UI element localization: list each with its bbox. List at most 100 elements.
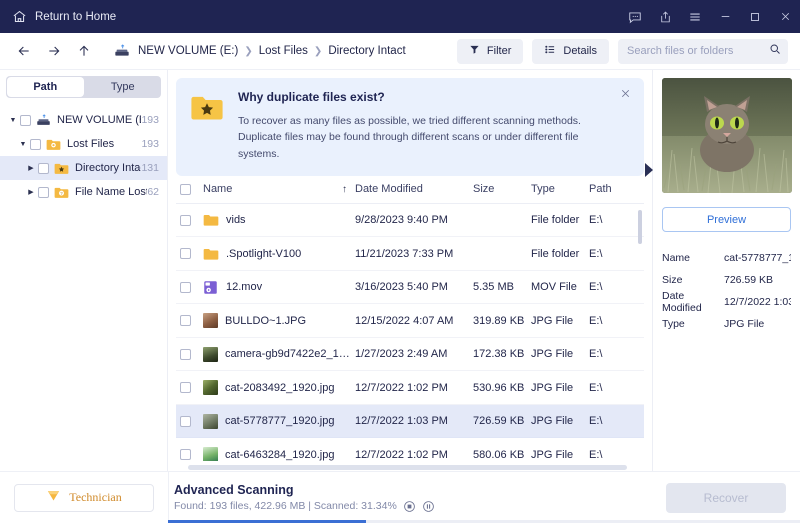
column-header-type[interactable]: Type bbox=[531, 183, 589, 195]
video-file-icon bbox=[203, 280, 219, 295]
close-icon[interactable] bbox=[770, 0, 800, 33]
search-input[interactable] bbox=[627, 45, 769, 57]
toolbar-actions: Filter Details bbox=[456, 38, 788, 64]
column-header-path[interactable]: Path bbox=[589, 183, 644, 195]
tree-item-new-volume[interactable]: ▼ NEW VOLUME (E:) 193 bbox=[0, 108, 167, 132]
pause-scan-icon[interactable] bbox=[422, 500, 435, 513]
horizontal-scrollbar[interactable] bbox=[188, 463, 636, 471]
row-checkbox[interactable] bbox=[180, 248, 191, 260]
tree-item-label: Lost Files bbox=[67, 138, 115, 150]
row-checkbox[interactable] bbox=[180, 214, 191, 226]
expand-triangle-down-icon[interactable]: ▼ bbox=[16, 141, 30, 148]
table-row[interactable]: vids 9/28/2023 9:40 PM File folder E:\ bbox=[176, 204, 644, 238]
return-to-home-button[interactable]: Return to Home bbox=[12, 9, 116, 24]
minimize-icon[interactable] bbox=[710, 0, 740, 33]
metadata-row: Type JPG File bbox=[662, 313, 791, 335]
info-banner: Why duplicate files exist? To recover as… bbox=[176, 78, 644, 176]
sort-ascending-icon[interactable]: ↑ bbox=[342, 184, 347, 195]
cell-type: JPG File bbox=[531, 415, 574, 428]
forward-button[interactable] bbox=[40, 37, 68, 65]
table-row[interactable]: camera-gb9d7422e2_1280.jpg 1/27/2023 2:4… bbox=[176, 338, 644, 372]
row-checkbox[interactable] bbox=[180, 415, 191, 427]
tab-type[interactable]: Type bbox=[85, 76, 162, 98]
cell-name: 12.mov bbox=[180, 280, 355, 295]
sidebar-empty-space bbox=[0, 204, 167, 471]
row-checkbox[interactable] bbox=[180, 281, 191, 293]
image-thumbnail bbox=[203, 380, 218, 396]
cell-name: camera-gb9d7422e2_1280.jpg bbox=[180, 346, 355, 362]
details-label: Details bbox=[563, 45, 597, 57]
horizontal-scrollbar-thumb[interactable] bbox=[188, 464, 628, 470]
banner-text: Why duplicate files exist? To recover as… bbox=[232, 90, 632, 162]
search-box[interactable] bbox=[618, 38, 788, 64]
column-header-name[interactable]: Name ↑ bbox=[180, 183, 355, 195]
technician-button[interactable]: Technician bbox=[14, 483, 154, 512]
metadata-row: Name cat-5778777_1... bbox=[662, 247, 791, 269]
sidebar: Path Type ▼ NEW VOLUME (E:) 193 bbox=[0, 70, 168, 471]
back-button[interactable] bbox=[10, 37, 38, 65]
title-bar: Return to Home bbox=[0, 0, 800, 33]
tree-checkbox[interactable] bbox=[20, 114, 31, 126]
expand-triangle-right-icon[interactable]: ▶ bbox=[24, 164, 38, 172]
table-row[interactable]: BULLDO~1.JPG 12/15/2022 4:07 AM 319.89 K… bbox=[176, 304, 644, 338]
filter-icon bbox=[469, 44, 480, 58]
cell-path: E:\ bbox=[589, 247, 603, 260]
expand-triangle-right-icon[interactable]: ▶ bbox=[24, 188, 38, 196]
cell-date: 9/28/2023 9:40 PM bbox=[355, 214, 448, 227]
row-checkbox[interactable] bbox=[180, 315, 191, 327]
maximize-icon[interactable] bbox=[740, 0, 770, 33]
file-table: Name ↑ Date Modified Size Type Path vids… bbox=[168, 176, 652, 471]
tree-item-file-name-lost[interactable]: ▶ ? File Name Lost 62 bbox=[0, 180, 167, 204]
breadcrumb-item-1[interactable]: Lost Files bbox=[259, 45, 308, 57]
breadcrumb-item-2[interactable]: Directory Intact bbox=[328, 45, 405, 57]
table-row[interactable]: .Spotlight-V100 11/21/2023 7:33 PM File … bbox=[176, 237, 644, 271]
tab-path[interactable]: Path bbox=[7, 77, 84, 97]
details-icon bbox=[544, 44, 556, 58]
search-icon[interactable] bbox=[769, 42, 781, 60]
folder-question-icon: ? bbox=[54, 186, 69, 199]
breadcrumb-item-0[interactable]: NEW VOLUME (E:) bbox=[138, 45, 238, 57]
tree-checkbox[interactable] bbox=[38, 186, 49, 198]
recover-button[interactable]: Recover bbox=[666, 483, 786, 513]
filter-label: Filter bbox=[486, 45, 512, 57]
metadata-value: 726.59 KB bbox=[724, 274, 774, 286]
tree-checkbox[interactable] bbox=[38, 162, 49, 174]
file-name: cat-5778777_1920.jpg bbox=[225, 415, 335, 428]
column-header-date-modified[interactable]: Date Modified bbox=[355, 183, 473, 195]
cell-type: JPG File bbox=[531, 314, 574, 327]
file-name: camera-gb9d7422e2_1280.jpg bbox=[225, 348, 355, 361]
cell-type: JPG File bbox=[531, 348, 574, 361]
menu-icon[interactable] bbox=[680, 0, 710, 33]
select-all-checkbox[interactable] bbox=[180, 183, 191, 195]
file-name: 12.mov bbox=[226, 281, 263, 294]
table-row[interactable]: cat-6463284_1920.jpg 12/7/2022 1:02 PM 5… bbox=[176, 438, 644, 461]
panel-collapse-arrow-icon[interactable] bbox=[644, 162, 654, 183]
details-button[interactable]: Details bbox=[532, 38, 609, 64]
file-metadata: Name cat-5778777_1... Size 726.59 KB Dat… bbox=[662, 247, 791, 335]
cell-date: 1/27/2023 2:49 AM bbox=[355, 348, 448, 361]
cell-size: 319.89 KB bbox=[473, 314, 525, 327]
banner-close-icon[interactable] bbox=[619, 87, 633, 101]
metadata-key: Type bbox=[662, 318, 685, 330]
preview-button[interactable]: Preview bbox=[662, 207, 791, 232]
row-checkbox[interactable] bbox=[180, 382, 191, 394]
row-checkbox[interactable] bbox=[180, 449, 191, 461]
scan-info: Advanced Scanning Found: 193 files, 422.… bbox=[174, 483, 435, 513]
tree-item-directory-intact[interactable]: ▶ Directory Intact 131 bbox=[0, 156, 167, 180]
up-button[interactable] bbox=[70, 37, 98, 65]
expand-triangle-down-icon[interactable]: ▼ bbox=[6, 117, 20, 124]
table-row[interactable]: 12.mov 3/16/2023 5:40 PM 5.35 MB MOV Fil… bbox=[176, 271, 644, 305]
vertical-scrollbar[interactable] bbox=[638, 209, 642, 244]
tree-item-lost-files[interactable]: ▼ Lost Files 193 bbox=[0, 132, 167, 156]
table-row[interactable]: cat-2083492_1920.jpg 12/7/2022 1:02 PM 5… bbox=[176, 371, 644, 405]
feedback-icon[interactable] bbox=[620, 0, 650, 33]
table-row[interactable]: cat-5778777_1920.jpg 12/7/2022 1:03 PM 7… bbox=[176, 404, 644, 439]
stop-scan-icon[interactable] bbox=[403, 500, 416, 513]
row-checkbox[interactable] bbox=[180, 348, 191, 360]
column-header-size[interactable]: Size bbox=[473, 183, 531, 195]
filter-button[interactable]: Filter bbox=[456, 38, 524, 64]
cell-size: 580.06 KB bbox=[473, 448, 525, 461]
share-icon[interactable] bbox=[650, 0, 680, 33]
cell-date: 12/7/2022 1:02 PM bbox=[355, 448, 448, 461]
tree-checkbox[interactable] bbox=[30, 138, 41, 150]
